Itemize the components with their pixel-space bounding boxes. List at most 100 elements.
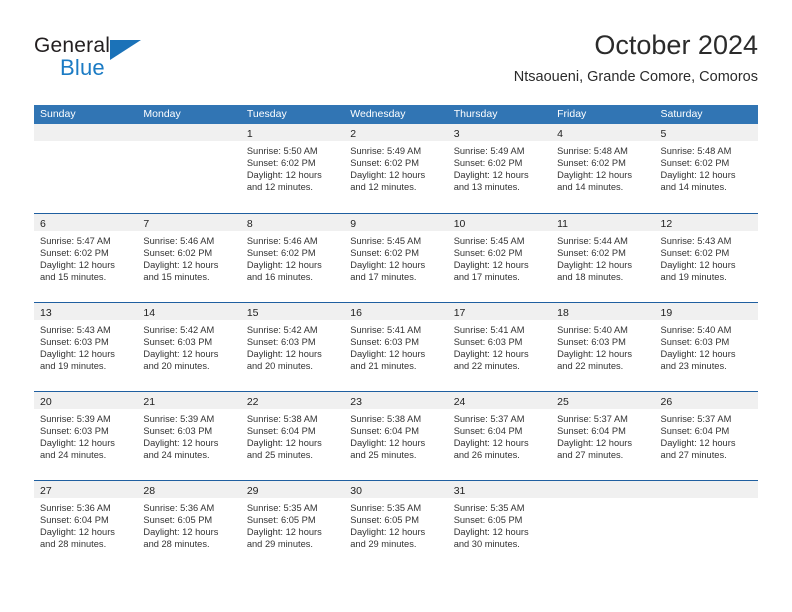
day-detail-list: Sunrise: 5:48 AM Sunset: 6:02 PM Daylight:… bbox=[655, 141, 758, 193]
day-detail-line: Sunrise: 5:50 AM bbox=[246, 146, 318, 156]
day-cell-empty bbox=[137, 124, 241, 213]
day-detail-line: and 14 minutes. bbox=[557, 182, 624, 193]
day-detail-line: Sunset: 6:03 PM bbox=[246, 337, 316, 348]
day-cell-15[interactable]: 15 Sunrise: 5:42 AM Sunset: 6:03 PM Dayligh… bbox=[240, 303, 345, 391]
day-detail-line: Sunrise: 5:36 AM bbox=[40, 503, 111, 513]
day-detail-line: Daylight: 12 hours bbox=[40, 527, 115, 538]
day-detail-line: Sunrise: 5:47 AM bbox=[40, 236, 111, 246]
day-cell-14[interactable]: 14 Sunrise: 5:42 AM Sunset: 6:03 PM Dayligh… bbox=[137, 303, 241, 391]
day-detail-line: Sunrise: 5:49 AM bbox=[350, 146, 422, 156]
day-detail-line: Sunrise: 5:38 AM bbox=[246, 414, 318, 424]
day-cell-6[interactable]: 6 Sunrise: 5:47 AM Sunset: 6:02 PM Daylight… bbox=[34, 214, 138, 302]
day-detail-line: Sunset: 6:02 PM bbox=[246, 158, 316, 169]
day-detail-list: Sunrise: 5:35 AM Sunset: 6:05 PM Daylight:… bbox=[448, 498, 551, 550]
day-cell-7[interactable]: 7 Sunrise: 5:46 AM Sunset: 6:02 PM Daylight… bbox=[137, 214, 241, 302]
day-detail-line: and 17 minutes. bbox=[350, 272, 417, 283]
day-detail-line: and 29 minutes. bbox=[350, 539, 417, 550]
day-cell-27[interactable]: 27 Sunrise: 5:36 AM Sunset: 6:04 PM Dayligh… bbox=[34, 481, 138, 569]
day-cell-2[interactable]: 2 Sunrise: 5:49 AM Sunset: 6:02 PM Daylight… bbox=[344, 124, 448, 213]
day-detail-list: Sunrise: 5:39 AM Sunset: 6:03 PM Daylight:… bbox=[34, 409, 137, 461]
calendar-week-row: 13 Sunrise: 5:43 AM Sunset: 6:03 PM Dayligh… bbox=[34, 302, 758, 391]
day-cell-29[interactable]: 29 Sunrise: 5:35 AM Sunset: 6:05 PM Dayligh… bbox=[240, 481, 345, 569]
day-detail-line: and 26 minutes. bbox=[453, 450, 520, 461]
day-number-band: 2 bbox=[344, 124, 448, 141]
day-number: 15 bbox=[246, 307, 259, 319]
day-detail-line: Sunrise: 5:48 AM bbox=[660, 146, 732, 156]
day-cell-18[interactable]: 18 Sunrise: 5:40 AM Sunset: 6:03 PM Dayligh… bbox=[551, 303, 655, 391]
day-detail-line: Sunset: 6:02 PM bbox=[660, 158, 730, 169]
day-detail-list: Sunrise: 5:45 AM Sunset: 6:02 PM Daylight:… bbox=[344, 231, 447, 283]
day-cell-10[interactable]: 10 Sunrise: 5:45 AM Sunset: 6:02 PM Dayligh… bbox=[447, 214, 552, 302]
day-detail-list bbox=[137, 141, 240, 145]
day-cell-5[interactable]: 5 Sunrise: 5:48 AM Sunset: 6:02 PM Daylight… bbox=[654, 124, 758, 213]
day-detail-line: Daylight: 12 hours bbox=[557, 260, 633, 271]
day-detail-line: and 23 minutes. bbox=[660, 361, 727, 372]
day-detail-line: Daylight: 12 hours bbox=[557, 349, 633, 360]
day-detail-line: Sunrise: 5:42 AM bbox=[246, 325, 318, 335]
day-number-band: 12 bbox=[654, 214, 758, 231]
day-cell-21[interactable]: 21 Sunrise: 5:39 AM Sunset: 6:03 PM Dayligh… bbox=[137, 392, 241, 480]
day-number-band: 10 bbox=[447, 214, 552, 231]
day-detail-list: Sunrise: 5:36 AM Sunset: 6:05 PM Daylight:… bbox=[137, 498, 240, 550]
day-cell-30[interactable]: 30 Sunrise: 5:35 AM Sunset: 6:05 PM Dayligh… bbox=[344, 481, 448, 569]
day-number: 5 bbox=[660, 128, 667, 140]
day-detail-list: Sunrise: 5:47 AM Sunset: 6:02 PM Daylight:… bbox=[34, 231, 137, 283]
day-number-band: 1 bbox=[240, 124, 345, 141]
day-cell-4[interactable]: 4 Sunrise: 5:48 AM Sunset: 6:02 PM Daylight… bbox=[551, 124, 655, 213]
day-number-band: 28 bbox=[137, 481, 241, 498]
day-cell-3[interactable]: 3 Sunrise: 5:49 AM Sunset: 6:02 PM Daylight… bbox=[447, 124, 552, 213]
day-detail-line: Daylight: 12 hours bbox=[246, 527, 322, 538]
day-detail-line: Sunset: 6:03 PM bbox=[453, 337, 523, 348]
day-cell-empty bbox=[654, 481, 758, 569]
day-cell-31[interactable]: 31 Sunrise: 5:35 AM Sunset: 6:05 PM Dayligh… bbox=[447, 481, 552, 569]
day-cell-20[interactable]: 20 Sunrise: 5:39 AM Sunset: 6:03 PM Dayligh… bbox=[34, 392, 138, 480]
calendar-week-row: 1 Sunrise: 5:50 AM Sunset: 6:02 PM Daylight… bbox=[34, 124, 758, 213]
day-cell-empty bbox=[551, 481, 655, 569]
day-cell-12[interactable]: 12 Sunrise: 5:43 AM Sunset: 6:02 PM Dayligh… bbox=[654, 214, 758, 302]
calendar-weeks: 1 Sunrise: 5:50 AM Sunset: 6:02 PM Daylight… bbox=[34, 124, 758, 569]
day-cell-9[interactable]: 9 Sunrise: 5:45 AM Sunset: 6:02 PM Daylight… bbox=[344, 214, 448, 302]
day-detail-line: Sunset: 6:02 PM bbox=[453, 248, 523, 259]
day-detail-list: Sunrise: 5:42 AM Sunset: 6:03 PM Daylight:… bbox=[137, 320, 240, 372]
day-detail-line: Daylight: 12 hours bbox=[350, 260, 426, 271]
day-cell-13[interactable]: 13 Sunrise: 5:43 AM Sunset: 6:03 PM Dayligh… bbox=[34, 303, 138, 391]
day-cell-1[interactable]: 1 Sunrise: 5:50 AM Sunset: 6:02 PM Daylight… bbox=[240, 124, 345, 213]
day-detail-line: Sunset: 6:02 PM bbox=[246, 248, 316, 259]
day-cell-28[interactable]: 28 Sunrise: 5:36 AM Sunset: 6:05 PM Dayligh… bbox=[137, 481, 241, 569]
day-number-band: 6 bbox=[34, 214, 138, 231]
day-number-band: 25 bbox=[551, 392, 655, 409]
day-number: 28 bbox=[143, 485, 156, 497]
day-detail-line: Sunset: 6:03 PM bbox=[660, 337, 730, 348]
day-cell-23[interactable]: 23 Sunrise: 5:38 AM Sunset: 6:04 PM Dayligh… bbox=[344, 392, 448, 480]
day-detail-line: and 18 minutes. bbox=[557, 272, 624, 283]
day-cell-22[interactable]: 22 Sunrise: 5:38 AM Sunset: 6:04 PM Dayligh… bbox=[240, 392, 345, 480]
day-detail-line: and 16 minutes. bbox=[246, 272, 313, 283]
day-cell-25[interactable]: 25 Sunrise: 5:37 AM Sunset: 6:04 PM Dayligh… bbox=[551, 392, 655, 480]
day-detail-line: and 24 minutes. bbox=[143, 450, 210, 461]
day-cell-17[interactable]: 17 Sunrise: 5:41 AM Sunset: 6:03 PM Dayligh… bbox=[447, 303, 552, 391]
day-number: 21 bbox=[143, 396, 156, 408]
day-cell-26[interactable]: 26 Sunrise: 5:37 AM Sunset: 6:04 PM Dayligh… bbox=[654, 392, 758, 480]
day-number-band: 18 bbox=[551, 303, 655, 320]
day-cell-24[interactable]: 24 Sunrise: 5:37 AM Sunset: 6:04 PM Dayligh… bbox=[447, 392, 552, 480]
day-number-band: 30 bbox=[344, 481, 448, 498]
calendar-week-row: 20 Sunrise: 5:39 AM Sunset: 6:03 PM Dayligh… bbox=[34, 391, 758, 480]
general-blue-logo[interactable]: General Blue bbox=[34, 34, 224, 90]
weekday-header-row: Sunday Monday Tuesday Wednesday Thursday Frid… bbox=[34, 105, 758, 124]
day-number-band: 24 bbox=[447, 392, 552, 409]
day-detail-list: Sunrise: 5:37 AM Sunset: 6:04 PM Daylight:… bbox=[448, 409, 551, 461]
day-detail-line: Sunset: 6:05 PM bbox=[350, 515, 419, 526]
day-detail-list: Sunrise: 5:48 AM Sunset: 6:02 PM Daylight:… bbox=[551, 141, 654, 193]
day-cell-16[interactable]: 16 Sunrise: 5:41 AM Sunset: 6:03 PM Dayligh… bbox=[344, 303, 448, 391]
day-cell-8[interactable]: 8 Sunrise: 5:46 AM Sunset: 6:02 PM Daylight… bbox=[240, 214, 345, 302]
day-detail-line: Sunset: 6:04 PM bbox=[453, 426, 523, 437]
day-detail-line: Sunrise: 5:46 AM bbox=[143, 236, 215, 246]
day-cell-11[interactable]: 11 Sunrise: 5:44 AM Sunset: 6:02 PM Dayligh… bbox=[551, 214, 655, 302]
day-detail-line: Sunset: 6:02 PM bbox=[350, 248, 419, 259]
day-detail-line: Daylight: 12 hours bbox=[143, 260, 219, 271]
day-detail-line: and 17 minutes. bbox=[453, 272, 520, 283]
day-detail-line: and 22 minutes. bbox=[557, 361, 624, 372]
day-number: 3 bbox=[453, 128, 460, 140]
day-detail-list: Sunrise: 5:36 AM Sunset: 6:04 PM Daylight:… bbox=[34, 498, 137, 550]
day-cell-19[interactable]: 19 Sunrise: 5:40 AM Sunset: 6:03 PM Dayligh… bbox=[654, 303, 758, 391]
